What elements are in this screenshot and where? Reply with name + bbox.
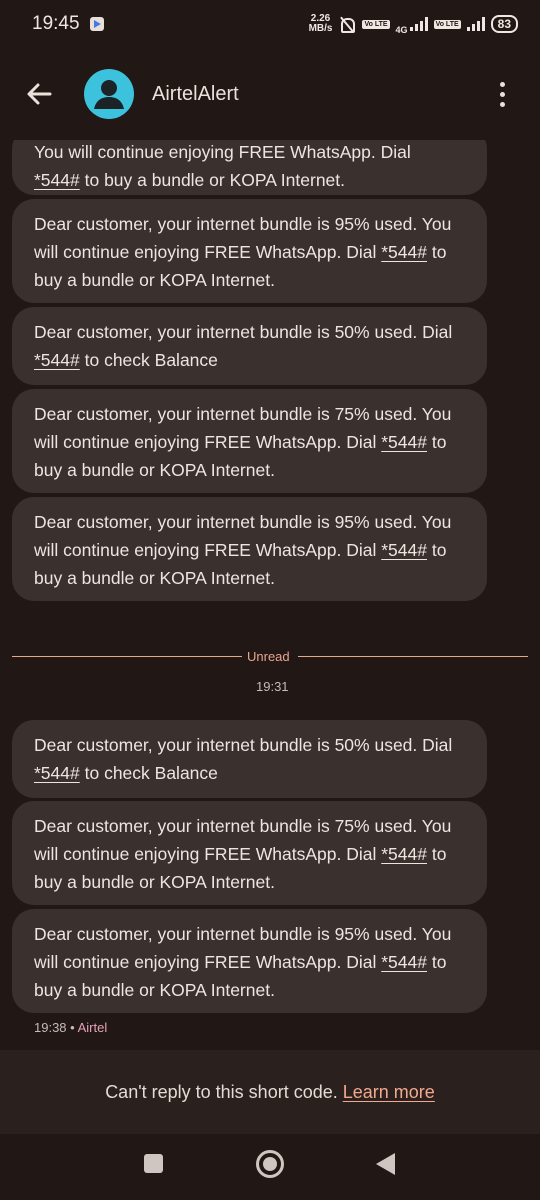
status-icons: 2.26 MB/s Vo LTE 4G Vo LTE 83 [309, 13, 518, 35]
mute-icon [338, 16, 356, 33]
message-text: to buy a bundle or KOPA Internet. [79, 170, 346, 190]
ussd-code-link[interactable]: *544# [34, 170, 80, 190]
meta-separator: • [66, 1020, 78, 1035]
screen: 19:45 2.26 MB/s Vo LTE 4G Vo LTE 83 Airt… [0, 0, 540, 1200]
volte-badge-2: Vo LTE [433, 19, 461, 29]
more-options-icon[interactable] [500, 81, 506, 107]
message-bubble[interactable]: Dear customer, your internet bundle is 5… [12, 720, 487, 798]
contact-name[interactable]: AirtelAlert [152, 83, 239, 106]
signal-icon-2 [466, 17, 485, 31]
notice-text: Can't reply to this short code. [105, 1081, 343, 1102]
message-bubble[interactable]: Dear customer, your internet bundle is 7… [12, 389, 487, 493]
ussd-code-link[interactable]: *544# [381, 242, 427, 262]
ussd-code-link[interactable]: *544# [34, 763, 80, 783]
message-bubble[interactable]: You will continue enjoying FREE WhatsApp… [12, 140, 487, 195]
back-arrow-icon[interactable] [24, 79, 54, 109]
network-speed-unit: MB/s [308, 23, 333, 34]
ussd-code-link[interactable]: *544# [381, 952, 427, 972]
message-text: to check Balance [79, 763, 218, 783]
home-icon[interactable] [256, 1150, 284, 1178]
message-text: to check Balance [79, 350, 218, 370]
message-bubble[interactable]: Dear customer, your internet bundle is 9… [12, 909, 487, 1013]
message-bubble[interactable]: Dear customer, your internet bundle is 5… [12, 307, 487, 385]
unread-divider-right [298, 656, 528, 657]
message-bubble[interactable]: Dear customer, your internet bundle is 9… [12, 199, 487, 303]
reply-unavailable-bar: Can't reply to this short code. Learn mo… [0, 1050, 540, 1134]
battery-indicator: 83 [490, 15, 518, 33]
message-time: 19:38 [34, 1020, 67, 1035]
message-sender: Airtel [77, 1020, 108, 1035]
network-type: 4G [395, 25, 408, 35]
system-navigation-bar [0, 1134, 540, 1200]
timestamp-header: 19:31 [256, 679, 289, 694]
contact-avatar[interactable] [84, 69, 134, 119]
recent-apps-icon[interactable] [144, 1154, 163, 1173]
status-time: 19:45 [32, 13, 80, 34]
volte-badge-1: Vo LTE [362, 19, 390, 29]
message-bubble[interactable]: Dear customer, your internet bundle is 9… [12, 497, 487, 601]
ussd-code-link[interactable]: *544# [381, 432, 427, 452]
ussd-code-link[interactable]: *544# [381, 540, 427, 560]
ussd-code-link[interactable]: *544# [381, 844, 427, 864]
network-speed: 2.26 MB/s [309, 14, 333, 34]
message-text: You will continue enjoying FREE WhatsApp… [34, 142, 411, 162]
message-meta: 19:38 • Airtel [34, 1020, 107, 1035]
play-store-icon [89, 17, 104, 31]
unread-divider-label: Unread [247, 649, 290, 664]
learn-more-link[interactable]: Learn more [343, 1082, 435, 1102]
reply-unavailable-notice: Can't reply to this short code. Learn mo… [105, 1082, 435, 1103]
signal-icon-1 [409, 17, 428, 31]
ussd-code-link[interactable]: *544# [34, 350, 80, 370]
unread-divider-left [12, 656, 242, 657]
status-bar: 19:45 2.26 MB/s Vo LTE 4G Vo LTE 83 [0, 0, 540, 48]
message-text: Dear customer, your internet bundle is 5… [34, 735, 453, 755]
nav-back-icon[interactable] [376, 1153, 395, 1175]
message-bubble[interactable]: Dear customer, your internet bundle is 7… [12, 801, 487, 905]
message-text: Dear customer, your internet bundle is 5… [34, 322, 453, 342]
message-list[interactable]: You will continue enjoying FREE WhatsApp… [0, 140, 540, 1050]
conversation-header: AirtelAlert [0, 48, 540, 140]
